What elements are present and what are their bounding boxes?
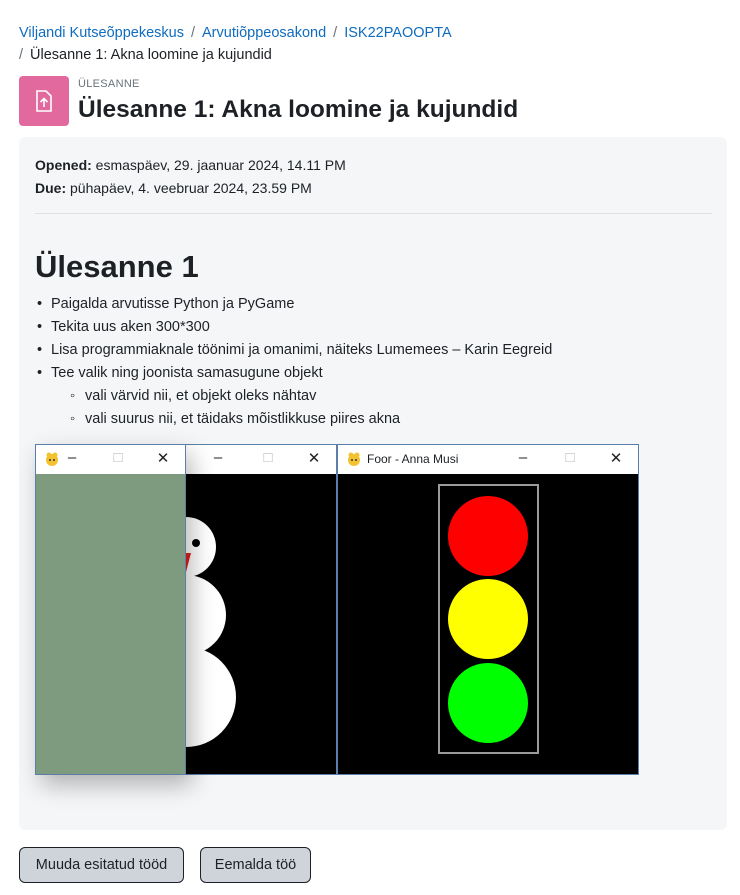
pygame-logo-icon (44, 451, 60, 472)
activity-description-card: Opened: esmaspäev, 29. jaanuar 2024, 14.… (19, 137, 727, 830)
green-light (448, 663, 528, 743)
close-icon: ✕ (307, 450, 321, 467)
traffic-light-window-screenshot: Foor - Anna Musi – □ ✕ (337, 444, 639, 775)
list-item: Tee valik ning joonista samasugune objek… (35, 362, 715, 431)
task-heading: Ülesanne 1 (35, 249, 199, 284)
close-icon: ✕ (156, 450, 170, 467)
maximize-icon: □ (113, 449, 123, 466)
breadcrumb-separator: / (19, 47, 24, 63)
assignment-upload-icon (19, 76, 69, 126)
due-value: pühapäev, 4. veebruar 2024, 23.59 PM (70, 180, 312, 196)
minimize-icon: – (518, 449, 528, 466)
minimize-icon: – (213, 449, 223, 466)
breadcrumb-separator: / (190, 25, 196, 41)
activity-type-label: ÜLESANNE (78, 78, 140, 90)
due-date-row: Due: pühapäev, 4. veebruar 2024, 23.59 P… (35, 177, 346, 200)
edit-submission-button[interactable]: Muuda esitatud tööd (19, 847, 184, 883)
page-title: Ülesanne 1: Akna loomine ja kujundid (78, 96, 519, 123)
opened-value: esmaspäev, 29. jaanuar 2024, 14.11 PM (95, 157, 346, 173)
sub-list-item: vali suurus nii, et täidaks mõistlikkuse… (69, 408, 715, 431)
list-item: Lisa programmiaknale töönimi ja omanimi,… (35, 339, 715, 362)
window-titlebar: – □ ✕ (36, 445, 185, 474)
breadcrumb-current: Ülesanne 1: Akna loomine ja kujundid (30, 47, 272, 63)
window-title: Foor - Anna Musi (367, 452, 459, 466)
pygame-logo-icon (346, 451, 362, 470)
close-icon: ✕ (609, 450, 623, 467)
list-item: Tekita uus aken 300*300 (35, 316, 715, 339)
breadcrumb-link-department[interactable]: Arvutiõppeosakond (202, 25, 326, 41)
page-header: ÜLESANNE Ülesanne 1: Akna loomine ja kuj… (19, 76, 719, 126)
opened-date-row: Opened: esmaspäev, 29. jaanuar 2024, 14.… (35, 154, 346, 177)
list-item-text: Tee valik ning joonista samasugune objek… (51, 365, 323, 381)
red-light (448, 496, 528, 576)
maximize-icon: □ (263, 449, 273, 466)
minimize-icon: – (67, 449, 77, 466)
activity-dates: Opened: esmaspäev, 29. jaanuar 2024, 14.… (35, 154, 346, 200)
divider (35, 213, 712, 214)
traffic-light-canvas (338, 474, 638, 774)
yellow-light (448, 579, 528, 659)
maximize-icon: □ (565, 449, 575, 466)
remove-submission-button[interactable]: Eemalda töö (200, 847, 311, 883)
due-label: Due: (35, 180, 67, 196)
traffic-light-drawing (438, 484, 539, 754)
window-titlebar: Foor - Anna Musi – □ ✕ (338, 445, 638, 474)
breadcrumb-separator: / (333, 25, 338, 41)
breadcrumb-link-school[interactable]: Viljandi Kutseõppekeskus (19, 25, 184, 41)
breadcrumb-current-row: / Ülesanne 1: Akna loomine ja kujundid (19, 44, 719, 66)
sub-list: vali värvid nii, et objekt oleks nähtav … (51, 385, 715, 431)
opened-label: Opened: (35, 157, 92, 173)
snowman-eye-right (192, 539, 200, 547)
example-screenshots: – □ ✕ Foor - Anna Musi – □ ✕ – □ ✕ (35, 444, 639, 776)
list-item: Paigalda arvutisse Python ja PyGame (35, 293, 715, 316)
breadcrumb: Viljandi Kutseõppekeskus / Arvutiõppeosako… (19, 22, 719, 66)
sub-list-item: vali värvid nii, et objekt oleks nähtav (69, 385, 715, 408)
breadcrumb-link-course[interactable]: ISK22PAOOPTA (344, 25, 451, 41)
task-list: Paigalda arvutisse Python ja PyGame Teki… (35, 293, 715, 431)
overlapping-empty-window-screenshot: – □ ✕ (35, 444, 186, 775)
